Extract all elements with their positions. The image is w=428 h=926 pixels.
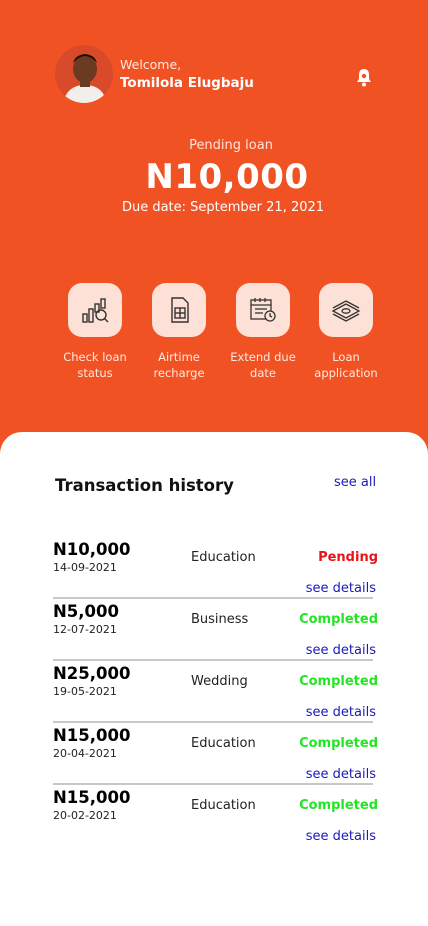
transaction-row: N5,000 12-07-2021 Business Completed see…	[53, 602, 383, 664]
welcome-text: Welcome,	[120, 57, 182, 72]
divider	[53, 659, 373, 661]
check-loan-status-button[interactable]: Check loan status	[52, 283, 138, 381]
transaction-status: Completed	[299, 798, 378, 813]
notification-bell-icon[interactable]	[353, 66, 375, 88]
transaction-date: 14-09-2021	[53, 561, 117, 574]
airtime-recharge-button[interactable]: Airtime recharge	[136, 283, 222, 381]
see-details-link[interactable]: see details	[306, 643, 376, 658]
extend-due-date-button[interactable]: Extend due date	[220, 283, 306, 381]
due-date: Due date: September 21, 2021	[121, 200, 325, 215]
search-chart-icon	[68, 283, 122, 337]
transaction-amount: N10,000	[53, 540, 131, 559]
see-details-link[interactable]: see details	[306, 767, 376, 782]
action-label-line2: date	[250, 366, 276, 380]
transaction-row: N25,000 19-05-2021 Wedding Completed see…	[53, 664, 383, 726]
action-label-line2: recharge	[153, 366, 205, 380]
transaction-category: Business	[191, 612, 249, 627]
transaction-status: Pending	[318, 550, 378, 565]
transaction-date: 20-04-2021	[53, 747, 117, 760]
divider	[53, 721, 373, 723]
transaction-category: Education	[191, 550, 256, 565]
see-all-link[interactable]: see all	[334, 475, 376, 490]
transaction-category: Wedding	[191, 674, 248, 689]
pending-loan-amount: N10,000	[145, 157, 309, 197]
divider	[53, 597, 373, 599]
sim-card-icon	[152, 283, 206, 337]
transaction-category: Education	[191, 798, 256, 813]
action-label-line1: Check loan	[63, 350, 127, 364]
see-details-link[interactable]: see details	[306, 829, 376, 844]
transaction-row: N10,000 14-09-2021 Education Pending see…	[53, 540, 383, 602]
transaction-row: N15,000 20-04-2021 Education Completed s…	[53, 726, 383, 788]
transaction-status: Completed	[299, 674, 378, 689]
pending-loan-label: Pending loan	[189, 138, 273, 153]
avatar[interactable]	[55, 45, 113, 103]
transaction-history-title: Transaction history	[55, 476, 234, 495]
transaction-amount: N25,000	[53, 664, 131, 683]
transaction-amount: N15,000	[53, 788, 131, 807]
see-details-link[interactable]: see details	[306, 705, 376, 720]
transaction-date: 20-02-2021	[53, 809, 117, 822]
transaction-status: Completed	[299, 736, 378, 751]
action-label-line2: status	[77, 366, 113, 380]
divider	[53, 783, 373, 785]
transaction-row: N15,000 20-02-2021 Education Completed s…	[53, 788, 383, 850]
header-panel: Welcome, Tomilola Elugbaju Pending loan …	[0, 0, 428, 470]
loan-application-button[interactable]: Loan application	[303, 283, 389, 381]
calendar-clock-icon	[236, 283, 290, 337]
action-label-line1: Extend due	[230, 350, 296, 364]
user-name: Tomilola Elugbaju	[120, 75, 254, 91]
action-label-line1: Airtime	[158, 350, 200, 364]
transaction-date: 19-05-2021	[53, 685, 117, 698]
transaction-status: Completed	[299, 612, 378, 627]
transaction-category: Education	[191, 736, 256, 751]
transaction-amount: N15,000	[53, 726, 131, 745]
action-label-line1: Loan	[332, 350, 360, 364]
cash-stack-icon	[319, 283, 373, 337]
action-label-line2: application	[314, 366, 378, 380]
see-details-link[interactable]: see details	[306, 581, 376, 596]
transaction-date: 12-07-2021	[53, 623, 117, 636]
transaction-amount: N5,000	[53, 602, 119, 621]
